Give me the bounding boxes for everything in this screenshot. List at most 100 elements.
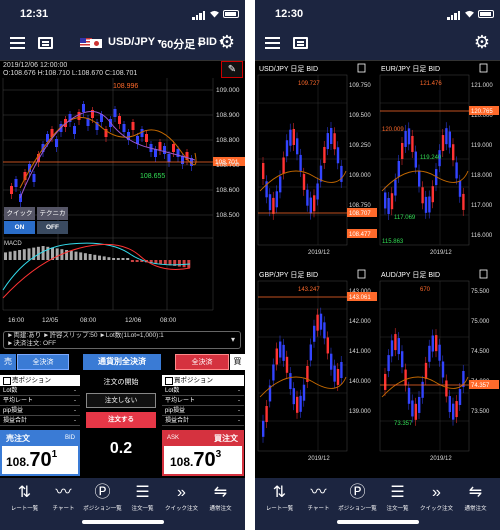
expand-chevron-icon: ▾ [230, 335, 235, 344]
date-label: 2019/12 [430, 250, 452, 256]
mini-chart[interactable]: EUR/JPY 日足 BID121.000120.000119.000118.0… [379, 63, 499, 256]
menu-icon[interactable] [265, 37, 280, 49]
bottom-label: 115.863 [382, 239, 404, 245]
price-tag-label: 74.357 [471, 383, 490, 389]
price-axis-label: 108.600 [216, 187, 240, 194]
high-label: 121.476 [420, 81, 442, 87]
time-axis-label: 08:00 [80, 317, 97, 324]
quick-order-chip-label: クイック注文 [4, 207, 35, 230]
no-order-button[interactable]: 注文しない [86, 393, 156, 408]
sell-close-all-button[interactable]: 全決済 [17, 354, 69, 370]
main-chart[interactable]: 108.701 108.996 108.655 109.000108.90010… [0, 78, 245, 330]
high-label: 143.247 [298, 287, 320, 293]
price-axis-label: 121.000 [471, 83, 493, 89]
battery-icon [223, 10, 239, 18]
timeframe-selector[interactable]: 60分足▼ [161, 36, 203, 52]
place-order-button[interactable]: 注文する [86, 412, 156, 428]
sell-position-header: 売ポジション [0, 375, 80, 386]
order-start-label: 注文の開始 [103, 379, 139, 386]
right-phone-screen: 12:30 ⚙ USD/JPY 日足 BID 109.750 109.500 109.… [255, 0, 500, 530]
bid-price: 108.701 [6, 449, 58, 471]
battery-icon [478, 10, 494, 18]
ohlc-date: 2019/12/06 12:00:00 [3, 62, 68, 69]
nav-normal-order[interactable]: ⇋ 通常注文 [196, 482, 245, 512]
mini-chart-title: AUD/JPY 日足 BID [381, 271, 440, 279]
status-time: 12:31 [20, 8, 49, 20]
low-price-tag: 108.477 [349, 232, 371, 238]
mini-chart[interactable]: AUD/JPY 日足 BID75.50075.00074.50074.00073… [379, 269, 499, 462]
app-header: USD/JPY▼ 60分足▼ BID▼ ⚙ [0, 26, 245, 60]
currency-flag-icon [80, 38, 102, 48]
price-axis-label: 140.000 [349, 379, 371, 385]
price-axis-label: 118.000 [471, 173, 493, 179]
price-axis-label: 119.000 [471, 143, 493, 149]
position-row: Lot数 - [162, 387, 244, 396]
macd-label: MACD [4, 241, 22, 247]
status-bar: 12:31 [0, 0, 245, 26]
buy-order-panel[interactable]: 買注文 ASK 108.703 [162, 430, 244, 476]
layout-icon[interactable] [293, 37, 308, 49]
candlestick-series [10, 101, 193, 207]
price-tag-label: 108.707 [349, 211, 371, 217]
wifi-icon [210, 10, 219, 18]
wifi-icon [465, 10, 474, 18]
price-axis-label: 142.000 [349, 319, 371, 325]
price-axis-label: 108.500 [216, 212, 240, 219]
low-label: 73.357 [394, 421, 413, 427]
buy-position-header: 買ポジション [162, 375, 244, 386]
home-indicator [337, 520, 419, 524]
position-row: 平均レート - [162, 397, 244, 406]
position-row: Lot数 - [0, 387, 80, 396]
time-axis-label: 08:00 [160, 317, 177, 324]
currency-pair-selector[interactable]: USD/JPY▼ [108, 36, 163, 48]
expand-chart-icon[interactable] [479, 63, 488, 73]
layout-icon[interactable] [38, 37, 53, 49]
status-time: 12:30 [275, 8, 304, 20]
price-axis-label: 117.000 [471, 203, 493, 209]
left-phone-screen: 12:31 USD/JPY▼ 60分足▼ BID▼ ⚙ 2019/12/06 1… [0, 0, 245, 530]
settings-gear-icon[interactable]: ⚙ [218, 33, 236, 51]
price-axis-label: 108.800 [216, 137, 240, 144]
draw-pencil-button[interactable]: ✎ [221, 61, 243, 78]
position-row: 平均レート - [0, 397, 80, 406]
technical-off-toggle[interactable]: OFF [37, 221, 68, 234]
buy-close-all-button[interactable]: 全決済 [175, 354, 229, 370]
price-axis-label: 141.000 [349, 349, 371, 355]
price-axis-label: 73.500 [471, 409, 490, 415]
price-axis-label: 108.900 [216, 112, 240, 119]
chart-low-label: 108.655 [140, 173, 165, 180]
menu-icon[interactable] [10, 37, 25, 49]
close-by-currency-button[interactable]: 通貨別全決済 [83, 354, 161, 370]
expand-chart-icon[interactable] [357, 269, 366, 279]
price-axis-label: 109.750 [349, 83, 371, 89]
price-axis-label: 108.700 [216, 162, 240, 169]
quick-order-on-toggle[interactable]: ON [4, 221, 35, 234]
mini-chart[interactable]: USD/JPY 日足 BID 109.750 109.500 109.250 109.0… [257, 63, 377, 256]
settings-gear-icon[interactable]: ⚙ [473, 33, 491, 51]
chart-high-label: 108.996 [113, 83, 138, 90]
position-row: 損益合計 - [0, 417, 80, 426]
expand-chart-icon[interactable] [357, 63, 366, 73]
sell-order-panel[interactable]: 売注文 BID 108.701 [0, 430, 80, 476]
high-label: 109.727 [298, 81, 320, 87]
home-indicator [82, 520, 164, 524]
order-settings-bar[interactable]: ►両建:あり ►許容スリップ:50 ►Lot数(1Lot=1,000):1 ►決… [3, 331, 241, 349]
multi-chart-grid[interactable]: USD/JPY 日足 BID 109.750 109.500 109.250 109.0… [255, 61, 500, 476]
price-tag-label: 120.765 [471, 109, 493, 115]
time-axis-label: 12/05 [42, 317, 59, 324]
sell-tag: 売 [0, 354, 16, 370]
mini-chart[interactable]: GBP/JPY 日足 BID143.000142.000141.000140.0… [257, 269, 377, 462]
status-bar: 12:30 [255, 0, 500, 26]
nav-normal-order[interactable]: ⇋ 通常注文 [451, 482, 500, 512]
position-row: pip損益 - [0, 407, 80, 416]
expand-chart-icon[interactable] [479, 269, 488, 279]
high-label: 670 [420, 287, 431, 293]
signal-icon [192, 11, 205, 20]
signal-icon [447, 11, 460, 20]
position-row: 損益合計 - [162, 417, 244, 426]
order-settings-line1: ►両建:あり ►許容スリップ:50 ►Lot数(1Lot=1,000):1 [7, 332, 164, 339]
low2-label: 119.240 [420, 155, 442, 161]
normal-order-icon: ⇋ [213, 484, 228, 501]
time-axis-label: 12/06 [125, 317, 142, 324]
bid-label: BID [64, 435, 75, 441]
